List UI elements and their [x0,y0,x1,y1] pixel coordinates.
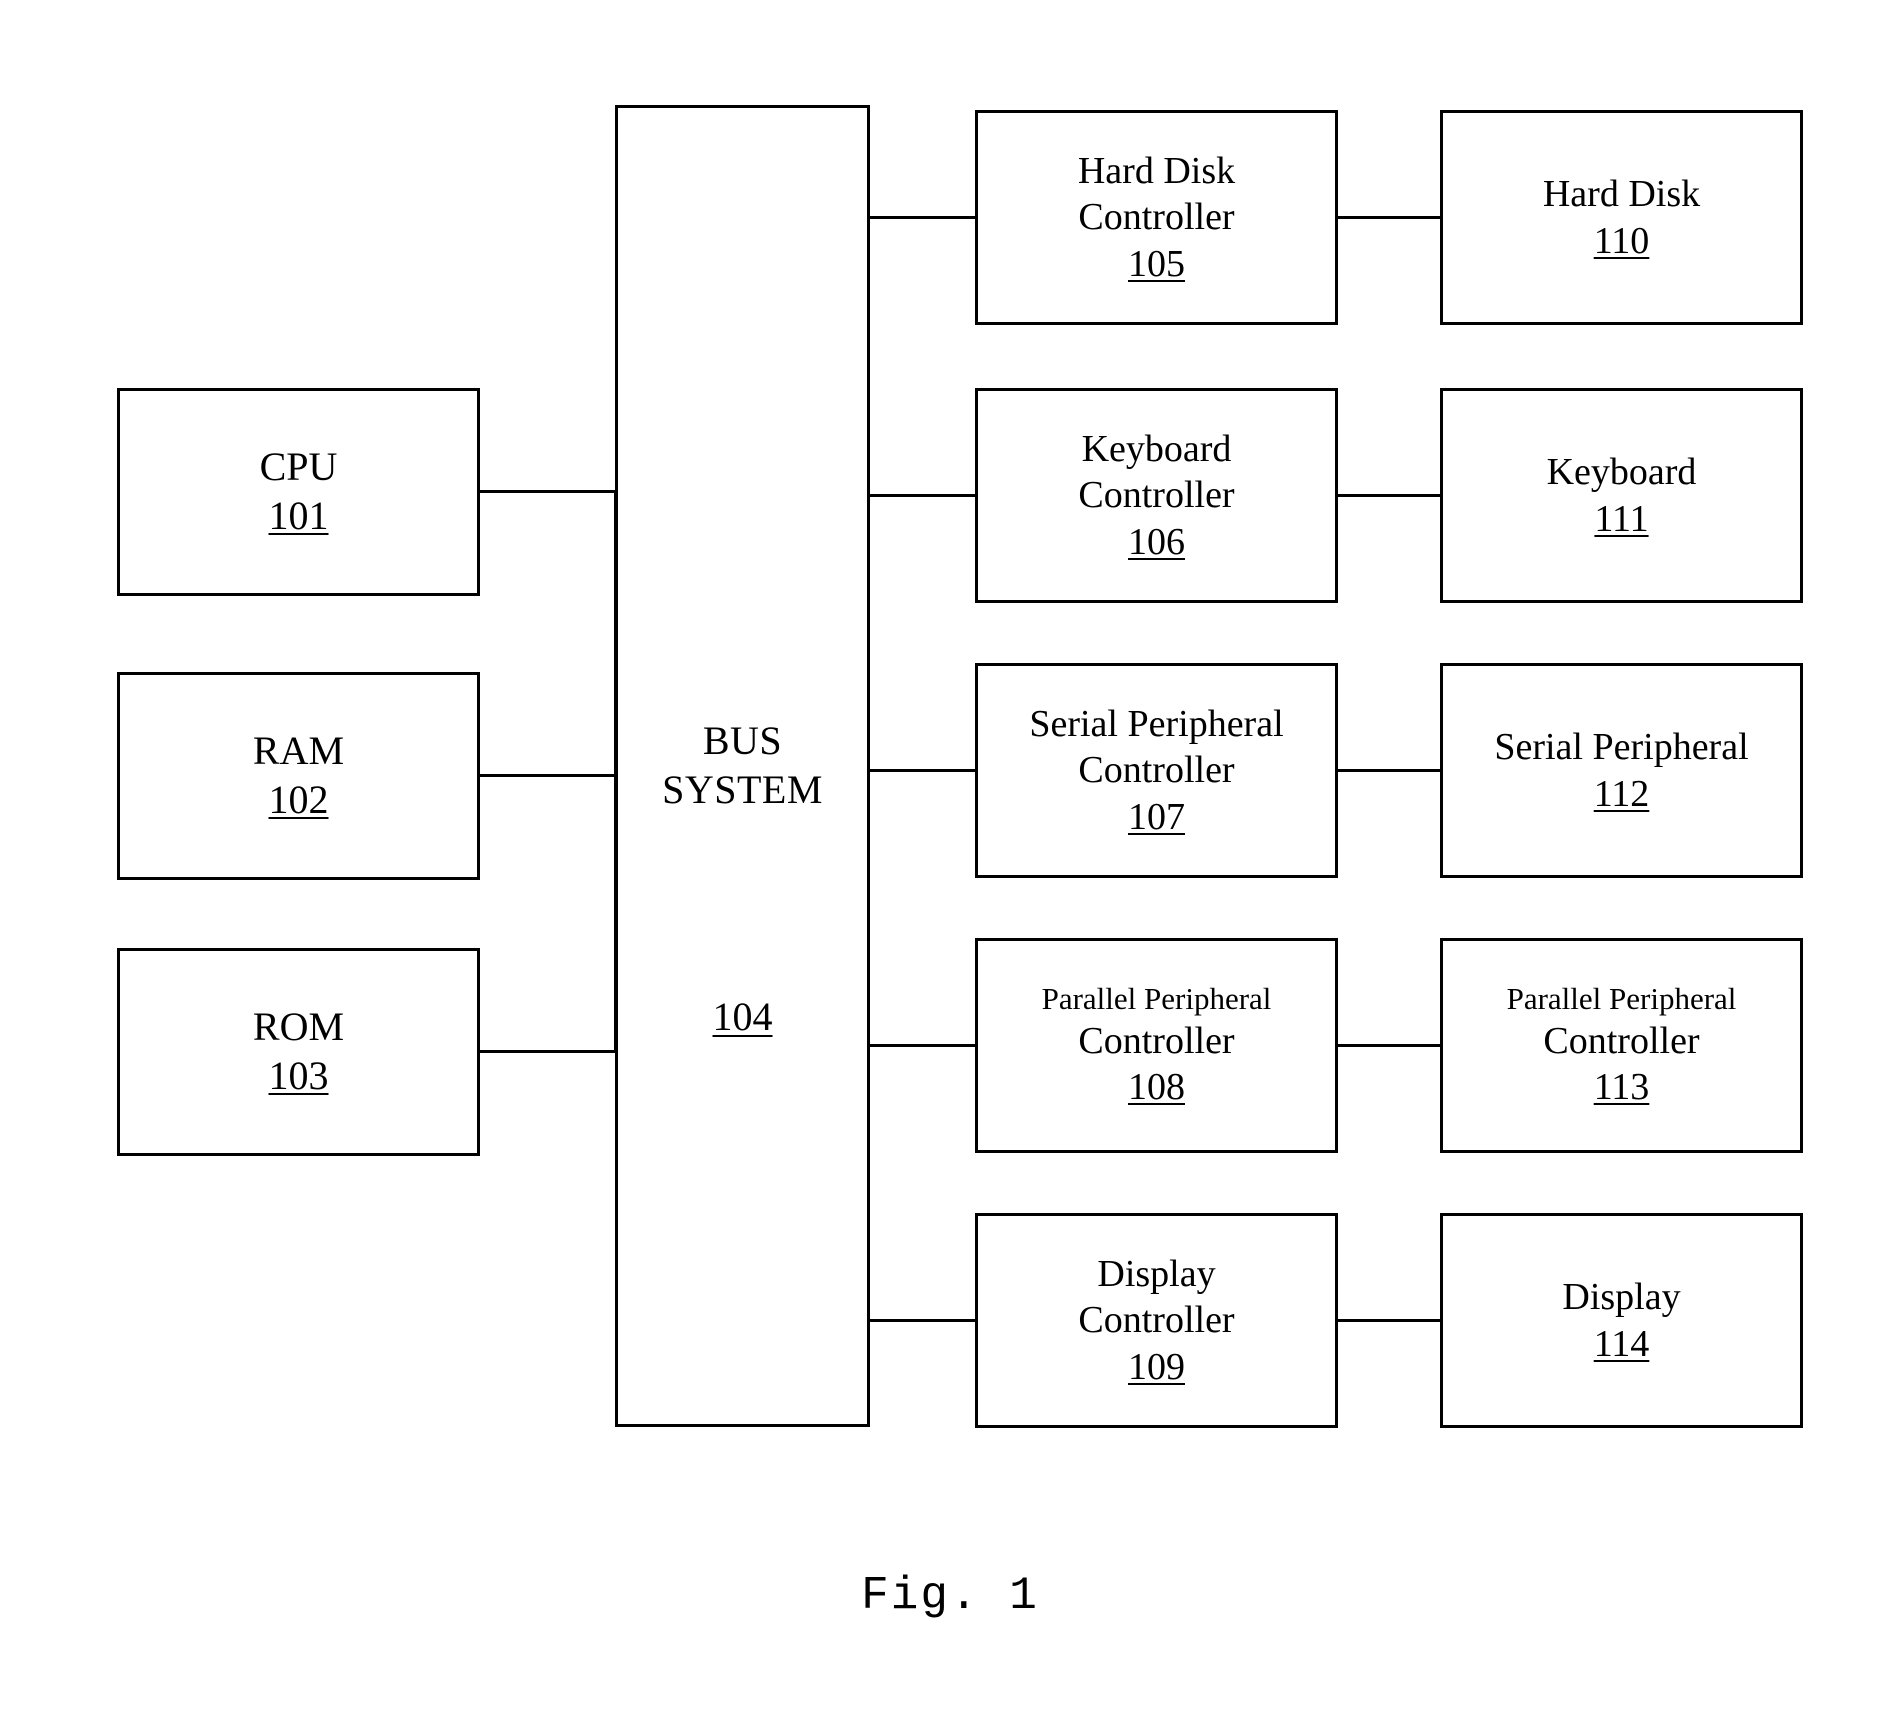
block-rom-ref: 103 [268,1053,329,1098]
block-display-ref: 114 [1593,1322,1650,1365]
figure-1-block-diagram: CPU 101 RAM 102 ROM 103 BUS SYSTEM 104 H… [0,0,1900,1718]
block-serial-peripheral-label: Serial Peripheral [1494,726,1749,769]
block-serial-peripheral-controller-label-line1: Serial Peripheral [1029,702,1284,745]
block-hard-disk-controller-ref: 105 [1128,242,1185,285]
block-keyboard: Keyboard 111 [1440,388,1803,603]
block-serial-peripheral-ref: 112 [1593,772,1650,815]
block-serial-peripheral-controller-label-line2: Controller [1078,749,1235,792]
block-parallel-peripheral-controller-right-label-line2: Controller [1543,1020,1700,1063]
block-keyboard-controller-ref: 106 [1128,520,1185,563]
connector-bus-to-serial-peripheral-controller [868,769,978,772]
block-serial-peripheral-controller: Serial Peripheral Controller 107 [975,663,1338,878]
block-hard-disk-label: Hard Disk [1542,173,1701,216]
block-bus-system-label-line2: SYSTEM [662,767,823,812]
block-display-controller-label-line2: Controller [1078,1299,1235,1342]
block-rom-label: ROM [252,1004,345,1050]
figure-caption: Fig. 1 [861,1570,1039,1622]
block-keyboard-ref: 111 [1594,497,1649,540]
connector-serial-peripheral-controller-to-serial-peripheral [1336,769,1443,772]
block-hard-disk-controller-label-line1: Hard Disk [1077,149,1236,192]
block-cpu-ref: 101 [268,493,329,538]
block-bus-system-label-line1: BUS [702,718,783,764]
block-rom: ROM 103 [117,948,480,1156]
block-display: Display 114 [1440,1213,1803,1428]
block-parallel-peripheral-controller: Parallel Peripheral Controller 108 [975,938,1338,1153]
block-keyboard-controller-label-line1: Keyboard [1081,427,1232,470]
block-ram: RAM 102 [117,672,480,880]
block-serial-peripheral-controller-ref: 107 [1128,795,1185,838]
block-parallel-peripheral-controller-label-line2: Controller [1078,1020,1235,1063]
connector-rom-to-bus [478,1050,617,1053]
block-bus-system: BUS SYSTEM 104 [615,105,870,1427]
block-cpu: CPU 101 [117,388,480,596]
block-cpu-label: CPU [259,444,338,490]
connector-ram-to-bus [478,774,617,777]
block-serial-peripheral: Serial Peripheral 112 [1440,663,1803,878]
block-ram-ref: 102 [268,777,329,822]
connector-display-controller-to-display [1336,1319,1443,1322]
block-keyboard-controller-label-line2: Controller [1078,474,1235,517]
block-hard-disk: Hard Disk 110 [1440,110,1803,325]
block-hard-disk-controller-label-line2: Controller [1078,196,1235,239]
block-display-controller-ref: 109 [1128,1345,1185,1388]
block-parallel-peripheral-controller-right-ref: 113 [1593,1066,1650,1109]
block-parallel-peripheral-controller-right-label-line1: Parallel Peripheral [1506,981,1737,1017]
block-bus-system-ref: 104 [712,994,773,1039]
connector-keyboard-controller-to-keyboard [1336,494,1443,497]
connector-parallel-peripheral-controller-to-parallel-peripheral [1336,1044,1443,1047]
connector-cpu-to-bus [478,490,617,493]
block-parallel-peripheral-controller-right: Parallel Peripheral Controller 113 [1440,938,1803,1153]
block-hard-disk-ref: 110 [1593,219,1650,262]
block-display-controller-label-line1: Display [1097,1252,1216,1295]
connector-bus-to-parallel-peripheral-controller [868,1044,978,1047]
connector-bus-to-hard-disk-controller [868,216,978,219]
block-keyboard-controller: Keyboard Controller 106 [975,388,1338,603]
block-ram-label: RAM [252,728,345,774]
block-parallel-peripheral-controller-ref: 108 [1128,1066,1185,1109]
block-parallel-peripheral-controller-label-line1: Parallel Peripheral [1041,981,1272,1017]
connector-hard-disk-controller-to-hard-disk [1336,216,1443,219]
block-display-controller: Display Controller 109 [975,1213,1338,1428]
block-display-label: Display [1562,1276,1681,1319]
connector-bus-to-display-controller [868,1319,978,1322]
connector-bus-to-keyboard-controller [868,494,978,497]
block-hard-disk-controller: Hard Disk Controller 105 [975,110,1338,325]
connector-left-bus-rail [614,490,617,1052]
block-keyboard-label: Keyboard [1546,451,1697,494]
